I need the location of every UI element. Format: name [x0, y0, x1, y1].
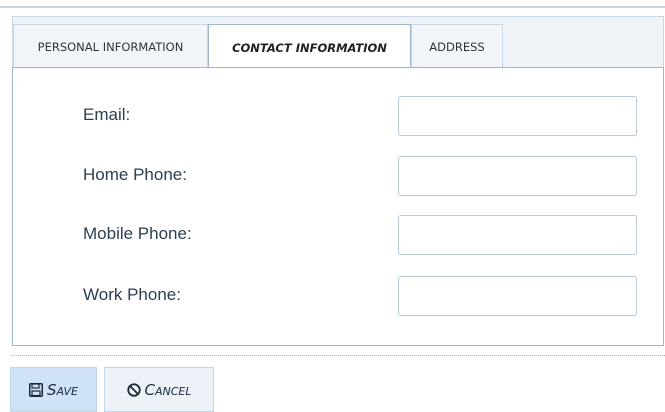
- tab-address[interactable]: Address: [411, 24, 503, 69]
- contact-form-panel: Email: Home Phone: Mobile Phone: Work Ph…: [12, 67, 664, 346]
- save-label: Save: [47, 380, 78, 399]
- work-phone-field[interactable]: [398, 276, 637, 316]
- mobile-phone-field[interactable]: [398, 215, 637, 255]
- cancel-circle-icon: [126, 382, 141, 397]
- email-row: Email:: [13, 96, 663, 136]
- top-panel-edge: [0, 0, 665, 8]
- save-button[interactable]: Save: [10, 367, 97, 412]
- cancel-label: Cancel: [144, 380, 192, 399]
- mobile-phone-row: Mobile Phone:: [13, 215, 663, 255]
- home-phone-row: Home Phone:: [13, 156, 663, 196]
- email-field[interactable]: [398, 96, 637, 136]
- tab-contact-information[interactable]: Contact Information: [208, 24, 411, 70]
- email-label: Email:: [83, 105, 131, 124]
- home-phone-label: Home Phone:: [83, 165, 187, 184]
- tab-personal-information[interactable]: Personal Information: [13, 24, 208, 69]
- home-phone-field[interactable]: [398, 156, 637, 196]
- mobile-phone-label: Mobile Phone:: [83, 224, 192, 243]
- floppy-disk-icon: [29, 382, 43, 397]
- work-phone-label: Work Phone:: [83, 285, 181, 304]
- actions-divider: [12, 355, 665, 356]
- cancel-button[interactable]: Cancel: [104, 367, 214, 412]
- tab-strip: Personal Information Contact Information…: [12, 16, 664, 70]
- work-phone-row: Work Phone:: [13, 276, 663, 316]
